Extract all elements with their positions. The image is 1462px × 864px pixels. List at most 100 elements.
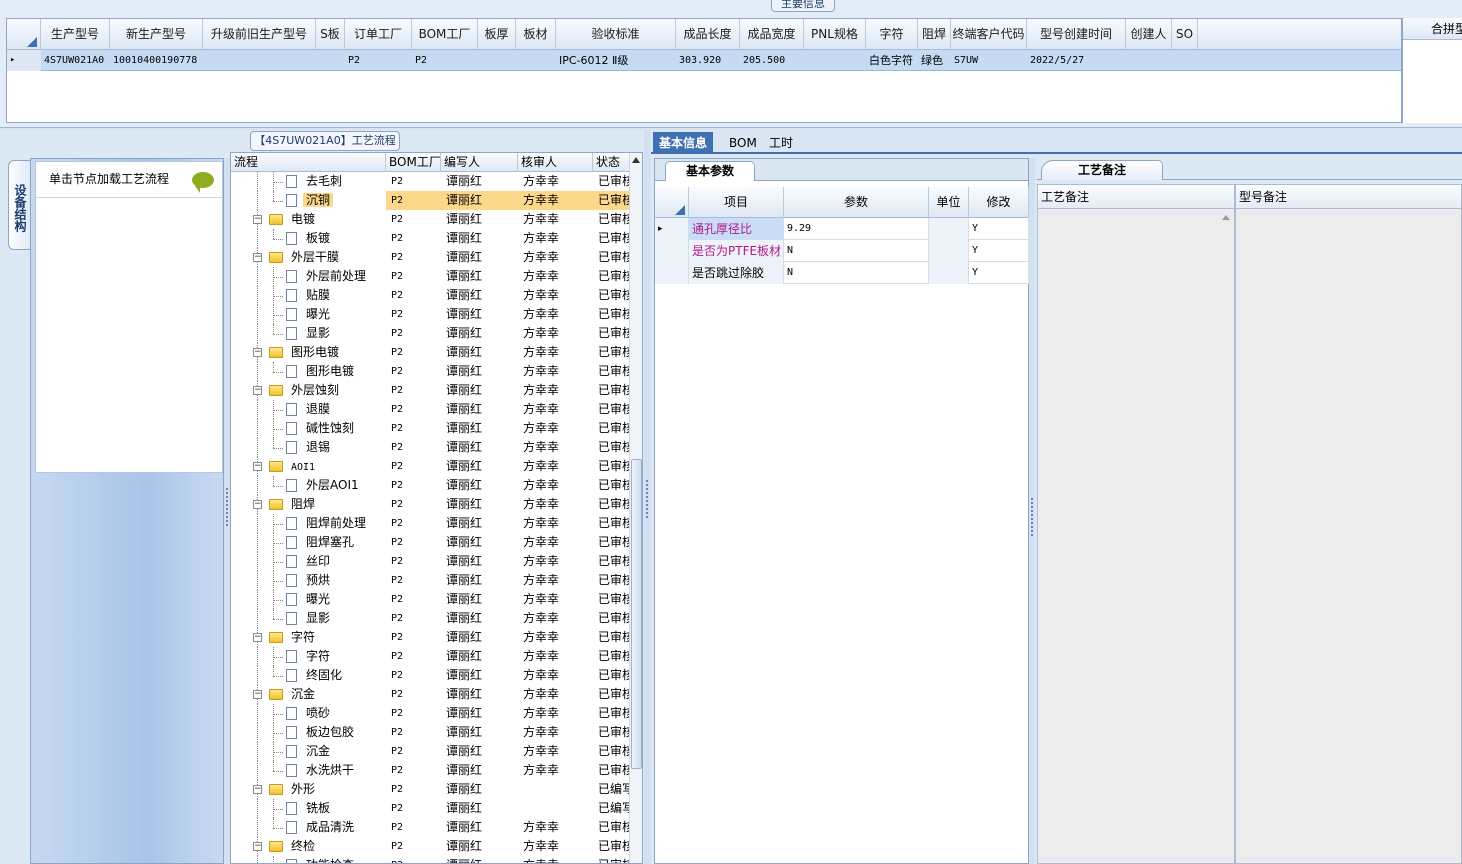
table-row[interactable]: ▸ 4S7UW021A0 10010400190778 P2 P2 IPC-6012 Ⅱ… bbox=[7, 50, 1401, 71]
tree-cell-status[interactable]: 已审核 bbox=[593, 837, 631, 856]
tree-cell-reviewer[interactable]: 方幸幸 bbox=[518, 343, 593, 362]
tree-row[interactable]: 板边包胶 P2 谭丽红 方幸幸 已审核 bbox=[231, 723, 631, 742]
tree-cell-reviewer[interactable]: 方幸幸 bbox=[518, 438, 593, 457]
tree-cell-bom[interactable]: P2 bbox=[386, 286, 441, 305]
tree-cell-writer[interactable]: 谭丽红 bbox=[441, 438, 518, 457]
tree-node[interactable]: 字符 bbox=[303, 647, 386, 666]
table-cell[interactable]: 2022/5/27 bbox=[1027, 50, 1126, 71]
tree-cell-status[interactable]: 已审核 bbox=[593, 343, 631, 362]
tree-row[interactable]: − AOI1 P2 谭丽红 方幸幸 已审核 bbox=[231, 457, 631, 476]
column-header[interactable]: 字符 bbox=[866, 19, 918, 50]
tree-cell-writer[interactable]: 谭丽红 bbox=[441, 229, 518, 248]
column-header[interactable]: 订单工厂 bbox=[345, 19, 412, 50]
tree-node[interactable]: 电镀 bbox=[288, 210, 386, 229]
tree-cell-status[interactable]: 已审核 bbox=[593, 571, 631, 590]
tree-cell-writer[interactable]: 谭丽红 bbox=[441, 837, 518, 856]
tree-cell-reviewer[interactable]: 方幸幸 bbox=[518, 723, 593, 742]
model-notes-box[interactable]: 型号备注 bbox=[1235, 184, 1462, 864]
tree-cell-reviewer[interactable]: 方幸幸 bbox=[518, 286, 593, 305]
tree-cell-reviewer[interactable]: 方幸幸 bbox=[518, 647, 593, 666]
right-splitter[interactable] bbox=[1029, 158, 1035, 864]
tree-node[interactable]: 成品清洗 bbox=[303, 818, 386, 837]
column-header[interactable]: 创建人 bbox=[1126, 19, 1172, 50]
tree-cell-bom[interactable]: P2 bbox=[386, 172, 441, 191]
tree-row[interactable]: 功能检查 P2谭丽红方幸幸已审核 bbox=[231, 856, 631, 863]
collapse-toggle-icon[interactable]: − bbox=[253, 348, 262, 357]
tree-cell-reviewer[interactable]: 方幸幸 bbox=[518, 837, 593, 856]
tree-row[interactable]: 外层前处理 P2 谭丽红 方幸幸 已审核 bbox=[231, 267, 631, 286]
tree-cell-reviewer[interactable]: 方幸幸 bbox=[518, 419, 593, 438]
tree-row[interactable]: 喷砂 P2 谭丽红 方幸幸 已审核 bbox=[231, 704, 631, 723]
splitter-grip[interactable] bbox=[226, 488, 228, 528]
tree-cell-writer[interactable]: 谭丽红 bbox=[441, 761, 518, 780]
tree-cell-writer[interactable]: 谭丽红 bbox=[441, 742, 518, 761]
tree-cell-status[interactable]: 已审核 bbox=[593, 609, 631, 628]
tree-cell-bom[interactable]: P2 bbox=[386, 761, 441, 780]
tree-row[interactable]: 曝光 P2 谭丽红 方幸幸 已审核 bbox=[231, 590, 631, 609]
tree-cell-writer[interactable]: 谭丽红 bbox=[441, 457, 518, 476]
tree-cell-writer[interactable]: 谭丽红 bbox=[441, 628, 518, 647]
tree-cell-bom[interactable]: P2 bbox=[386, 343, 441, 362]
device-structure-tab[interactable]: 设备结构 bbox=[8, 160, 30, 250]
tree-cell-bom[interactable]: P2 bbox=[386, 723, 441, 742]
tree-cell-status[interactable]: 已审核 bbox=[593, 457, 631, 476]
tree-row[interactable]: 外层AOI1 P2 谭丽红 方幸幸 已审核 bbox=[231, 476, 631, 495]
model-grid[interactable]: 生产型号 新生产型号 升级前旧生产型号 S板 订单工厂 BOM工厂 板厚 板材 验收标准 成品长度… bbox=[6, 18, 1402, 123]
tree-cell-reviewer[interactable]: 方幸幸 bbox=[518, 172, 593, 191]
tree-node[interactable]: 退膜 bbox=[303, 400, 386, 419]
tree-node[interactable]: 退锡 bbox=[303, 438, 386, 457]
tree-row[interactable]: 终固化 P2 谭丽红 方幸幸 已审核 bbox=[231, 666, 631, 685]
column-header[interactable]: 型号创建时间 bbox=[1027, 19, 1126, 50]
tree-cell-reviewer[interactable]: 方幸幸 bbox=[518, 248, 593, 267]
tree-cell-status[interactable]: 已审核 bbox=[593, 419, 631, 438]
table-cell[interactable] bbox=[804, 50, 866, 71]
tree-row[interactable]: 预烘 P2 谭丽红 方幸幸 已审核 bbox=[231, 571, 631, 590]
tree-node[interactable]: 外层干膜 bbox=[288, 248, 386, 267]
tree-cell-bom[interactable]: P2 bbox=[386, 305, 441, 324]
tree-row[interactable]: − 外层蚀刻 P2 谭丽红 方幸幸 已审核 bbox=[231, 381, 631, 400]
table-cell[interactable]: 10010400190778 bbox=[110, 50, 203, 71]
tree-cell-bom[interactable]: P2 bbox=[386, 533, 441, 552]
param-cell-modify[interactable]: Y bbox=[969, 240, 1029, 262]
collapse-toggle-icon[interactable]: − bbox=[253, 386, 262, 395]
tree-cell-status[interactable]: 已审核 bbox=[593, 305, 631, 324]
param-row[interactable]: ▸ 通孔厚径比 9.29 Y bbox=[655, 218, 1029, 240]
tab-basic-params[interactable]: 基本参数 bbox=[665, 161, 755, 181]
param-cell-item[interactable]: 是否为PTFE板材 bbox=[689, 240, 784, 262]
tree-cell-bom[interactable]: P2 bbox=[386, 818, 441, 837]
collapse-toggle-icon[interactable]: − bbox=[253, 462, 262, 471]
device-tree[interactable]: 单击节点加载工艺流程 bbox=[35, 161, 223, 473]
tree-row[interactable]: 阻焊塞孔 P2 谭丽红 方幸幸 已审核 bbox=[231, 533, 631, 552]
tree-cell-reviewer[interactable] bbox=[518, 780, 593, 799]
tree-cell-reviewer[interactable]: 方幸幸 bbox=[518, 495, 593, 514]
tree-cell-reviewer[interactable]: 方幸幸 bbox=[518, 590, 593, 609]
tree-cell-reviewer[interactable]: 方幸幸 bbox=[518, 191, 593, 210]
column-header[interactable]: 生产型号 bbox=[41, 19, 110, 50]
param-cell-value[interactable]: N bbox=[784, 262, 929, 284]
tree-node[interactable]: 阻焊前处理 bbox=[303, 514, 386, 533]
tree-cell-bom[interactable]: P2 bbox=[386, 552, 441, 571]
tree-cell-status[interactable]: 已审核 bbox=[593, 210, 631, 229]
splitter-grip[interactable] bbox=[1031, 498, 1033, 538]
table-cell[interactable] bbox=[1172, 50, 1198, 71]
tree-cell-bom[interactable]: P2 bbox=[386, 514, 441, 533]
tree-cell-status[interactable]: 已审核 bbox=[593, 761, 631, 780]
tree-cell-bom[interactable]: P2 bbox=[386, 324, 441, 343]
tree-cell-status[interactable]: 已审核 bbox=[593, 590, 631, 609]
process-notes-box[interactable]: 工艺备注 bbox=[1037, 184, 1235, 864]
param-row[interactable]: 是否跳过除胶 N Y bbox=[655, 262, 1029, 284]
tree-cell-writer[interactable]: 谭丽红 bbox=[441, 571, 518, 590]
tree-cell-reviewer[interactable]: 方幸幸 bbox=[518, 267, 593, 286]
tree-row[interactable]: 退锡 P2 谭丽红 方幸幸 已审核 bbox=[231, 438, 631, 457]
tree-row[interactable]: − 终检 P2 谭丽红 方幸幸 已审核 bbox=[231, 837, 631, 856]
tree-cell-writer[interactable]: 谭丽红 bbox=[441, 590, 518, 609]
tree-row[interactable]: − 字符 P2 谭丽红 方幸幸 已审核 bbox=[231, 628, 631, 647]
tree-cell-bom[interactable]: P2 bbox=[386, 856, 441, 863]
tree-cell-bom[interactable]: P2 bbox=[386, 837, 441, 856]
tree-row[interactable]: 沉金 P2 谭丽红 方幸幸 已审核 bbox=[231, 742, 631, 761]
tree-node[interactable]: 显影 bbox=[303, 609, 386, 628]
tree-node[interactable]: 图形电镀 bbox=[288, 343, 386, 362]
tree-cell-reviewer[interactable]: 方幸幸 bbox=[518, 324, 593, 343]
table-cell[interactable]: P2 bbox=[345, 50, 412, 71]
table-cell[interactable] bbox=[478, 50, 516, 71]
